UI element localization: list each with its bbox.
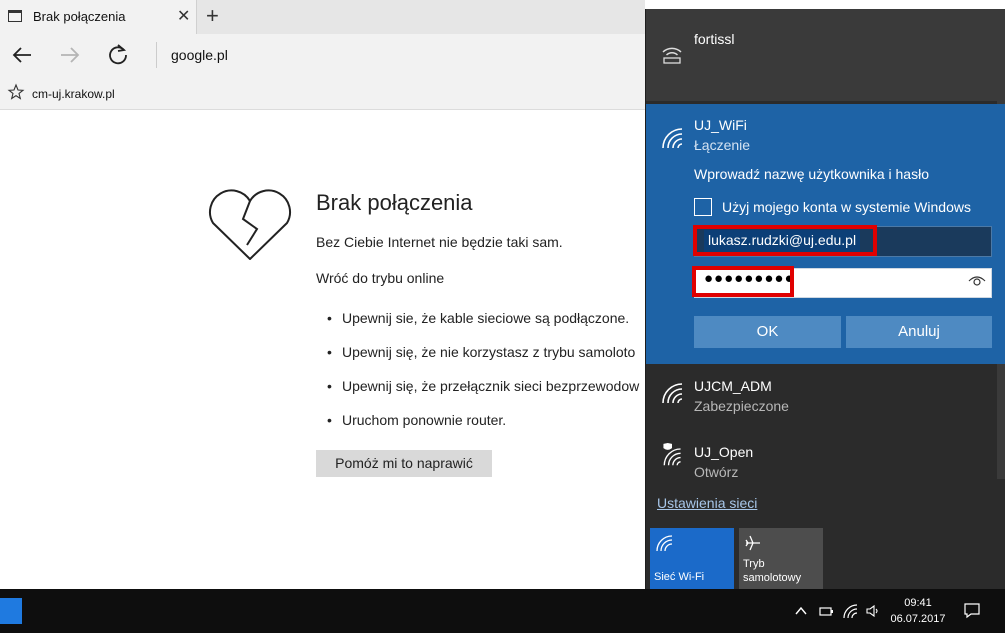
checkbox-label: Użyj mojego konta w systemie Windows xyxy=(722,199,971,215)
vpn-icon xyxy=(662,47,682,64)
tile-label-line2: samolotowy xyxy=(743,572,802,584)
wifi-shield-icon xyxy=(663,443,681,466)
network-name: UJCM_ADM xyxy=(694,378,772,394)
tile-label-line1: Tryb xyxy=(743,558,765,570)
list-item: • Upewnij sie, że kable sieciowe są podłą… xyxy=(327,310,630,326)
battery-icon[interactable] xyxy=(818,603,834,619)
error-online-hint: Wróć do trybu online xyxy=(316,270,445,286)
airplane-mode-tile[interactable]: Tryb samolotowy xyxy=(739,528,823,589)
fix-it-button[interactable]: Pomóż mi to naprawić xyxy=(316,450,492,477)
network-status: Łączenie xyxy=(694,137,751,153)
wifi-icon xyxy=(656,535,673,552)
network-name: UJ_Open xyxy=(694,444,754,460)
network-item-ujcm-adm[interactable]: UJCM_ADM Zabezpieczone xyxy=(646,367,1005,431)
clock-time[interactable]: 09:41 xyxy=(888,597,948,609)
tab-title: Brak połączenia xyxy=(33,9,126,24)
cancel-button[interactable]: Anuluj xyxy=(846,316,992,348)
page-icon xyxy=(8,10,22,22)
list-item: • Uruchom ponownie router. xyxy=(327,412,507,428)
refresh-icon[interactable] xyxy=(105,42,131,68)
network-status: Zabezpieczone xyxy=(694,398,789,414)
new-tab-icon[interactable]: + xyxy=(206,4,219,28)
action-center-icon[interactable] xyxy=(963,601,981,619)
favorites-bar: cm-uj.krakow.pl xyxy=(0,76,645,110)
network-name: fortissl xyxy=(694,31,735,47)
network-status: Otwórz xyxy=(694,464,739,480)
network-item-uj-wifi[interactable]: UJ_WiFi Łączenie Wprowadź nazwę użytkown… xyxy=(646,104,1005,364)
page-content: Brak połączenia Bez Ciebie Internet nie … xyxy=(0,111,645,589)
network-flyout: fortissl UJ_WiFi Łączenie Wprowadź nazwę… xyxy=(645,9,1005,589)
network-name: UJ_WiFi xyxy=(694,117,747,133)
address-divider xyxy=(156,42,157,68)
network-icon[interactable] xyxy=(842,603,858,619)
forward-icon[interactable] xyxy=(57,42,83,68)
broken-heart-icon xyxy=(208,189,292,260)
credentials-prompt: Wprowadź nazwę użytkownika i hasło xyxy=(694,166,929,182)
ok-button[interactable]: OK xyxy=(694,316,841,348)
navigation-bar: google.pl xyxy=(0,34,645,76)
close-tab-icon[interactable]: ✕ xyxy=(177,6,190,26)
network-settings-link[interactable]: Ustawienia sieci xyxy=(657,495,757,511)
tab-active[interactable]: Brak połączenia ✕ xyxy=(0,0,197,34)
list-item: • Upewnij się, że nie korzystasz z trybu … xyxy=(327,344,636,360)
reveal-password-icon[interactable] xyxy=(968,274,986,288)
network-item-uj-open[interactable]: UJ_Open Otwórz xyxy=(646,433,1005,497)
wifi-icon xyxy=(662,383,683,404)
back-icon[interactable] xyxy=(9,42,35,68)
wifi-icon xyxy=(662,128,683,149)
error-title: Brak połączenia xyxy=(316,190,473,215)
wifi-toggle-tile[interactable]: Sieć Wi-Fi xyxy=(650,528,734,589)
list-item: • Upewnij się, że przełącznik sieci bezpr… xyxy=(327,378,640,394)
airplane-icon xyxy=(745,535,760,551)
error-subtitle: Bez Ciebie Internet nie będzie taki sam. xyxy=(316,234,563,250)
chevron-up-icon[interactable] xyxy=(793,603,809,619)
clock-date[interactable]: 06.07.2017 xyxy=(888,613,948,625)
password-highlight xyxy=(692,266,794,297)
tips-list: • Upewnij sie, że kable sieciowe są podłą… xyxy=(327,310,639,446)
taskbar: 09:41 06.07.2017 xyxy=(0,589,1005,633)
volume-icon[interactable] xyxy=(865,603,881,619)
username-highlight xyxy=(693,225,877,256)
star-icon xyxy=(7,83,25,100)
favorite-link[interactable]: cm-uj.krakow.pl xyxy=(32,87,115,101)
address-bar[interactable]: google.pl xyxy=(171,47,228,63)
use-windows-account-checkbox[interactable] xyxy=(694,198,712,216)
tab-bar: Brak połączenia ✕ + xyxy=(0,0,645,34)
tile-label: Sieć Wi-Fi xyxy=(654,571,705,583)
task-view-icon[interactable] xyxy=(0,598,22,624)
network-item-fortissl[interactable]: fortissl xyxy=(646,9,1005,101)
